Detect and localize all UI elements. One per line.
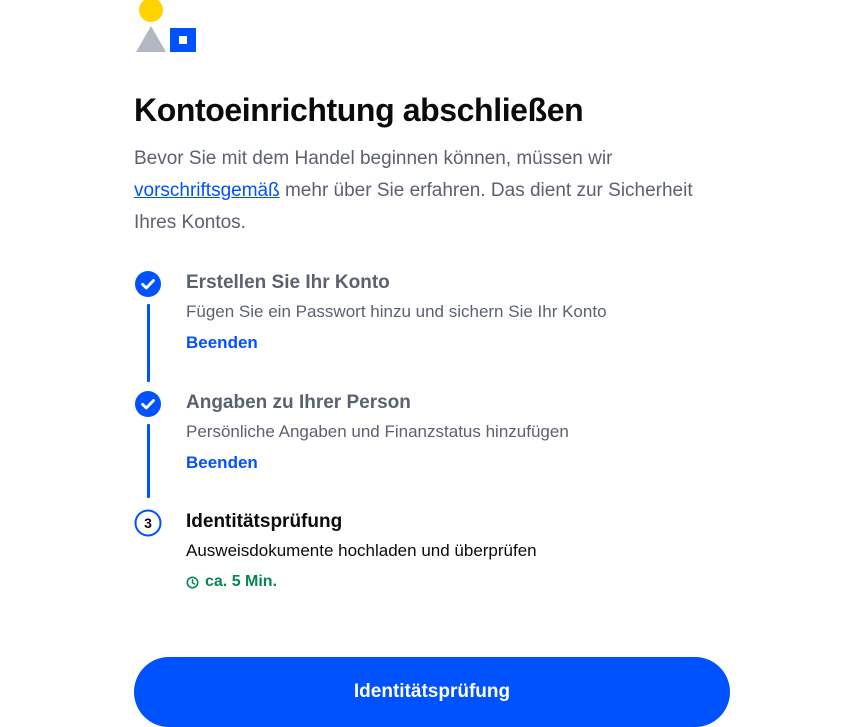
intro-text-start: Bevor Sie mit dem Handel beginnen können… <box>134 148 613 169</box>
brand-illustration-icon <box>136 0 196 52</box>
finish-step-link[interactable]: Beenden <box>186 330 258 356</box>
complete-setup-page: Kontoeinrichtung abschließen Bevor Sie m… <box>0 0 859 727</box>
start-identity-verification-button[interactable]: Identitätsprüfung <box>134 657 730 727</box>
step-content: Identitätsprüfung Ausweisdokumente hochl… <box>186 507 537 595</box>
step-title: Erstellen Sie Ihr Konto <box>186 272 390 293</box>
step-number-icon: 3 <box>134 509 162 537</box>
step-connector-line <box>147 304 150 382</box>
step-description: Ausweisdokumente hochladen und überprüfe… <box>186 541 537 560</box>
clock-icon <box>186 576 199 588</box>
finish-step-link[interactable]: Beenden <box>186 450 258 476</box>
check-circle-icon <box>135 391 161 417</box>
page-title: Kontoeinrichtung abschließen <box>134 92 584 128</box>
estimated-time-label: ca. 5 Min. <box>205 573 278 590</box>
step-number: 3 <box>144 515 152 531</box>
estimated-time: ca. 5 Min. <box>186 569 537 595</box>
step-content: Angaben zu Ihrer Person Persönliche Anga… <box>186 388 569 476</box>
step-title: Identitätsprüfung <box>186 511 343 532</box>
step-description: Persönliche Angaben und Finanzstatus hin… <box>186 422 569 441</box>
step-connector-line <box>147 424 150 498</box>
step-content: Erstellen Sie Ihr Konto Fügen Sie ein Pa… <box>186 268 607 356</box>
intro-text: Bevor Sie mit dem Handel beginnen können… <box>134 143 734 239</box>
regulations-link[interactable]: vorschriftsgemäß <box>134 180 280 201</box>
step-title: Angaben zu Ihrer Person <box>186 392 411 413</box>
step-description: Fügen Sie ein Passwort hinzu und sichern… <box>186 302 607 321</box>
check-circle-icon <box>135 271 161 297</box>
